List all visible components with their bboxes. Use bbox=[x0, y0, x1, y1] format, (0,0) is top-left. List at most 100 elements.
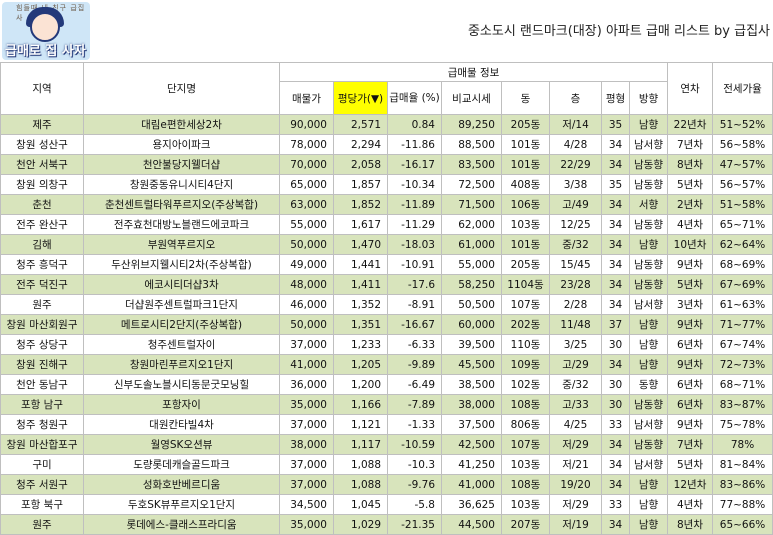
header-price[interactable]: 매물가 bbox=[279, 81, 334, 115]
region-cell: 창원 성산구 bbox=[0, 134, 84, 155]
table-row[interactable]: 구미 도량롯데캐슬골드파크 37,000 1,088 -10.3 41,250 103동 저/… bbox=[0, 454, 773, 475]
compare-cell: 62,000 bbox=[441, 214, 502, 235]
table-row[interactable]: 청주 청원구 대원칸타빌4차 37,000 1,121 -1.33 37,500 806동 4… bbox=[0, 414, 773, 435]
age-cell: 8년차 bbox=[667, 154, 714, 175]
per-pyeong-cell: 1,205 bbox=[333, 354, 388, 375]
header-age[interactable]: 연차 bbox=[667, 62, 714, 115]
dong-cell: 106동 bbox=[501, 194, 550, 215]
table-row[interactable]: 청주 흥덕구 두산위브지웰시티2차(주상복합) 49,000 1,441 -10.91 5… bbox=[0, 254, 773, 275]
region-cell: 창원 마산합포구 bbox=[0, 434, 84, 455]
jeonse-cell: 68~69% bbox=[712, 254, 773, 275]
compare-cell: 89,250 bbox=[441, 114, 502, 135]
discount-cell: -8.91 bbox=[387, 294, 442, 315]
dong-cell: 110동 bbox=[501, 334, 550, 355]
header-floor[interactable]: 층 bbox=[549, 81, 602, 115]
discount-cell: -10.3 bbox=[387, 454, 442, 475]
direction-cell: 남서향 bbox=[628, 454, 669, 475]
header-per-pyeong[interactable]: 평당가(▼) bbox=[333, 81, 388, 115]
dong-cell: 806동 bbox=[501, 414, 550, 435]
header-region[interactable]: 지역 bbox=[0, 62, 84, 115]
compare-cell: 39,500 bbox=[441, 334, 502, 355]
region-cell: 천안 서북구 bbox=[0, 154, 84, 175]
region-cell: 청주 흥덕구 bbox=[0, 254, 84, 275]
pyeong-cell: 37 bbox=[601, 314, 630, 335]
table-row[interactable]: 전주 덕진구 에코시티더샵3차 48,000 1,411 -17.6 58,250 1104… bbox=[0, 274, 773, 295]
price-cell: 55,000 bbox=[279, 214, 334, 235]
table-row[interactable]: 청주 상당구 청주센트럴자이 37,000 1,233 -6.33 39,500 110동 3… bbox=[0, 334, 773, 355]
complex-cell: 창원중동유니시티4단지 bbox=[83, 174, 280, 195]
table-row[interactable]: 청주 서원구 성화호반베르디움 37,000 1,088 -9.76 41,000 108동… bbox=[0, 474, 773, 495]
jeonse-cell: 81~84% bbox=[712, 454, 773, 475]
jeonse-cell: 56~58% bbox=[712, 134, 773, 155]
direction-cell: 남동향 bbox=[628, 394, 669, 415]
compare-cell: 37,500 bbox=[441, 414, 502, 435]
direction-cell: 남서향 bbox=[628, 414, 669, 435]
header-direction[interactable]: 방향 bbox=[628, 81, 669, 115]
header-jeonse[interactable]: 전세가율 bbox=[712, 62, 773, 115]
age-cell: 3년차 bbox=[667, 294, 714, 315]
pyeong-cell: 34 bbox=[601, 434, 630, 455]
listing-table: 지역 단지명 급매물 정보 연차 전세가율 매물가 평당가(▼) 급매율 (%)… bbox=[0, 62, 773, 535]
header-dong[interactable]: 동 bbox=[501, 81, 550, 115]
table-row[interactable]: 천안 서북구 천안불당지웰더샵 70,000 2,058 -16.17 83,500 101… bbox=[0, 154, 773, 175]
compare-cell: 88,500 bbox=[441, 134, 502, 155]
table-row[interactable]: 포항 북구 두호SK뷰푸르지오1단지 34,500 1,045 -5.8 36,625 10… bbox=[0, 494, 773, 515]
compare-cell: 71,500 bbox=[441, 194, 502, 215]
direction-cell: 남동향 bbox=[628, 274, 669, 295]
table-row[interactable]: 창원 의창구 창원중동유니시티4단지 65,000 1,857 -10.34 72,500… bbox=[0, 174, 773, 195]
logo-word: 급매로 집 사자 bbox=[5, 44, 86, 59]
floor-cell: 11/48 bbox=[549, 314, 602, 335]
table-row[interactable]: 창원 마산회원구 메트로시티2단지(주상복합) 50,000 1,351 -16.67 6… bbox=[0, 314, 773, 335]
dong-cell: 205동 bbox=[501, 254, 550, 275]
floor-cell: 2/28 bbox=[549, 294, 602, 315]
table-row[interactable]: 제주 대림e편한세상2차 90,000 2,571 0.84 89,250 205동 저/14… bbox=[0, 114, 773, 135]
table-row[interactable]: 김해 부원역푸르지오 50,000 1,470 -18.03 61,000 101동 중/32… bbox=[0, 234, 773, 255]
pyeong-cell: 34 bbox=[601, 254, 630, 275]
region-cell: 청주 청원구 bbox=[0, 414, 84, 435]
pyeong-cell: 30 bbox=[601, 334, 630, 355]
table-row[interactable]: 천안 동남구 신부도솔노블시티동문굿모닝힐 36,000 1,200 -6.49 38,5… bbox=[0, 374, 773, 395]
compare-cell: 50,500 bbox=[441, 294, 502, 315]
per-pyeong-cell: 1,470 bbox=[333, 234, 388, 255]
complex-cell: 도량롯데캐슬골드파크 bbox=[83, 454, 280, 475]
jeonse-cell: 77~88% bbox=[712, 494, 773, 515]
table-row[interactable]: 춘천 춘천센트럴타워푸르지오(주상복합) 63,000 1,852 -11.89 71,5… bbox=[0, 194, 773, 215]
direction-cell: 서향 bbox=[628, 194, 669, 215]
table-row[interactable]: 전주 완산구 전주효천대방노블랜드에코파크 55,000 1,617 -11.29 62,… bbox=[0, 214, 773, 235]
table-row[interactable]: 창원 마산합포구 월영SK오션뷰 38,000 1,117 -10.59 42,500 10… bbox=[0, 434, 773, 455]
region-cell: 천안 동남구 bbox=[0, 374, 84, 395]
jeonse-cell: 51~58% bbox=[712, 194, 773, 215]
avatar bbox=[30, 12, 60, 42]
table-row[interactable]: 원주 더샵원주센트럴파크1단지 46,000 1,352 -8.91 50,500 107동… bbox=[0, 294, 773, 315]
header-pyeong[interactable]: 평형 bbox=[601, 81, 630, 115]
floor-cell: 저/21 bbox=[549, 454, 602, 475]
compare-cell: 42,500 bbox=[441, 434, 502, 455]
dong-cell: 103동 bbox=[501, 214, 550, 235]
direction-cell: 남동향 bbox=[628, 214, 669, 235]
header-group: 급매물 정보 bbox=[278, 62, 669, 82]
table-row[interactable]: 창원 진해구 창원마린푸르지오1단지 41,000 1,205 -9.89 45,500 1… bbox=[0, 354, 773, 375]
direction-cell: 남향 bbox=[628, 354, 669, 375]
header-discount[interactable]: 급매율 (%) bbox=[387, 81, 442, 115]
floor-cell: 고/29 bbox=[549, 354, 602, 375]
complex-cell: 월영SK오션뷰 bbox=[83, 434, 280, 455]
pyeong-cell: 30 bbox=[601, 374, 630, 395]
header-complex[interactable]: 단지명 bbox=[83, 62, 280, 115]
floor-cell: 19/20 bbox=[549, 474, 602, 495]
region-cell: 청주 상당구 bbox=[0, 334, 84, 355]
complex-cell: 대원칸타빌4차 bbox=[83, 414, 280, 435]
region-cell: 전주 완산구 bbox=[0, 214, 84, 235]
table-row[interactable]: 포항 남구 포항자이 35,000 1,166 -7.89 38,000 108동 고/33 3… bbox=[0, 394, 773, 415]
per-pyeong-cell: 1,088 bbox=[333, 474, 388, 495]
table-row[interactable]: 창원 성산구 용지아이파크 78,000 2,294 -11.86 88,500 101동 4… bbox=[0, 134, 773, 155]
jeonse-cell: 72~73% bbox=[712, 354, 773, 375]
header-compare[interactable]: 비교시세 bbox=[441, 81, 502, 115]
dong-cell: 102동 bbox=[501, 374, 550, 395]
pyeong-cell: 35 bbox=[601, 114, 630, 135]
complex-cell: 천안불당지웰더샵 bbox=[83, 154, 280, 175]
per-pyeong-cell: 1,411 bbox=[333, 274, 388, 295]
price-cell: 70,000 bbox=[279, 154, 334, 175]
floor-cell: 4/25 bbox=[549, 414, 602, 435]
age-cell: 5년차 bbox=[667, 174, 714, 195]
compare-cell: 45,500 bbox=[441, 354, 502, 375]
